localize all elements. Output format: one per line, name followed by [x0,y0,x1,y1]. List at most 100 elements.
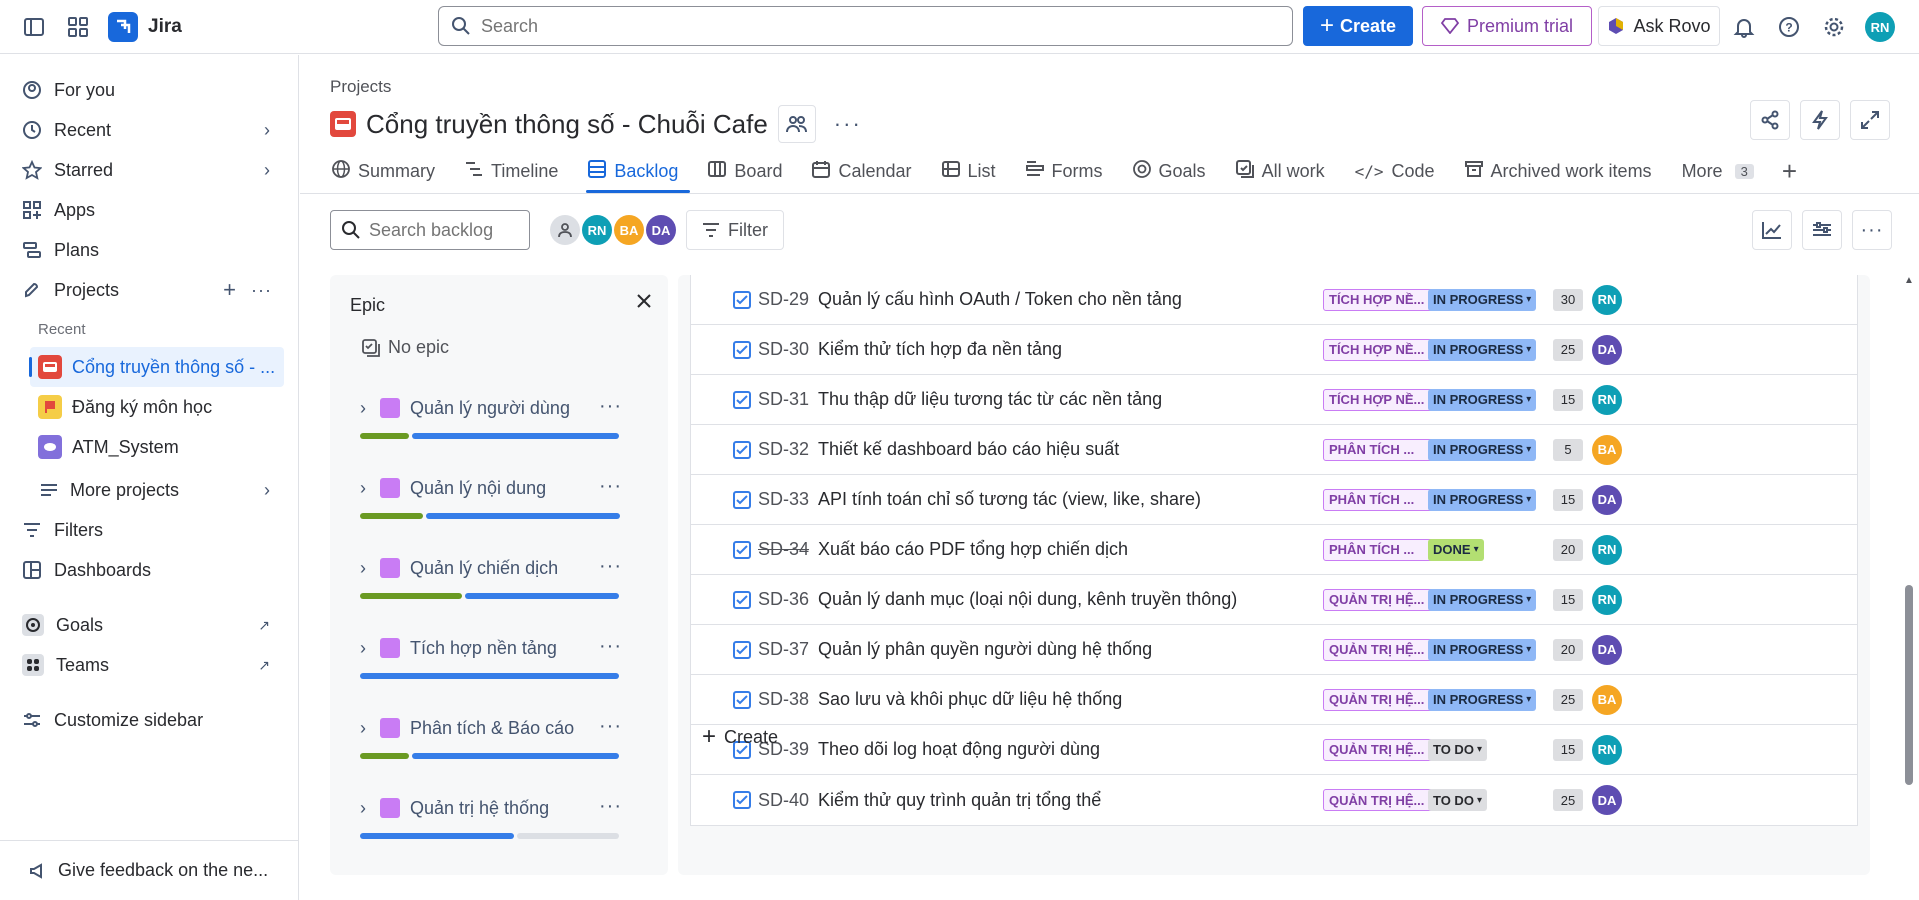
epic-item[interactable]: › Tích hợp nền tảng ··· [360,633,622,679]
more-icon[interactable]: ··· [251,280,272,301]
sidebar-item-customize[interactable]: Customize sidebar [22,703,280,737]
epic-lozenge[interactable]: QUẢN TRỊ HỆ... [1323,789,1438,811]
story-points-badge[interactable]: 5 [1553,438,1583,461]
sidebar-item-starred[interactable]: Starred › [22,153,280,187]
work-item-summary[interactable]: API tính toán chỉ số tương tác (view, li… [818,489,1201,510]
more-icon[interactable]: ··· [599,555,622,578]
work-item-summary[interactable]: Xuất báo cáo PDF tổng hợp chiến dịch [818,539,1128,560]
chevron-right-icon[interactable]: › [360,638,370,659]
story-points-badge[interactable]: 15 [1553,738,1583,761]
assignee-avatar[interactable]: DA [1592,484,1622,515]
status-dropdown[interactable]: IN PROGRESS ▾ [1428,688,1537,711]
assignee-avatar[interactable]: RN [1592,734,1622,765]
work-item-key[interactable]: SD-32 [758,439,809,460]
settings-gear-icon[interactable] [1818,11,1850,43]
sidebar-item-plans[interactable]: Plans [22,233,280,267]
tab-timeline[interactable]: Timeline [463,151,572,191]
sidebar-item-filters[interactable]: Filters [22,513,280,547]
global-search[interactable] [438,6,1293,46]
scroll-up-icon[interactable]: ▲ [1904,275,1914,286]
jira-logo[interactable]: Jira [108,11,182,42]
view-settings-icon[interactable] [1802,210,1842,250]
epic-lozenge[interactable]: QUẢN TRỊ HỆ... [1323,588,1438,611]
premium-trial-button[interactable]: Premium trial [1422,6,1592,46]
epic-item[interactable]: › Quản lý chiến dịch ··· [360,553,622,599]
more-options-icon[interactable]: ··· [1852,210,1892,250]
more-icon[interactable]: ··· [599,795,622,818]
work-item-summary[interactable]: Thu thập dữ liệu tương tác từ các nền tả… [818,389,1162,410]
work-item-summary[interactable]: Kiểm thử tích hợp đa nền tảng [818,339,1062,360]
work-item-summary[interactable]: Thiết kế dashboard báo cáo hiệu suất [818,439,1119,460]
assignee-avatar[interactable]: RN [1592,584,1622,615]
work-item-key[interactable]: SD-31 [758,389,809,410]
epic-lozenge[interactable]: QUẢN TRỊ HỆ... [1323,638,1438,661]
epic-item[interactable]: › Phân tích & Báo cáo ··· [360,713,622,759]
sidebar-project[interactable]: ATM_System [30,427,284,467]
tab-goals[interactable]: Goals [1131,151,1220,191]
tab-summary[interactable]: Summary [330,151,449,191]
no-epic-item[interactable]: No epic [362,337,449,358]
epic-lozenge[interactable]: PHÂN TÍCH ... [1323,438,1438,461]
epic-item[interactable]: › Quản lý nội dung ··· [360,473,622,519]
epic-lozenge[interactable]: TÍCH HỢP NỀ... [1323,388,1438,411]
table-row[interactable]: SD-32 Thiết kế dashboard báo cáo hiệu suấ… [691,425,1857,475]
create-button[interactable]: + Create [1303,6,1413,46]
more-icon[interactable]: ··· [599,475,622,498]
work-item-key[interactable]: SD-38 [758,689,809,710]
share-icon[interactable] [1750,100,1790,140]
sidebar-item-apps[interactable]: Apps [22,193,280,227]
epic-lozenge[interactable]: PHÂN TÍCH ... [1323,538,1438,561]
work-item-summary[interactable]: Quản lý phân quyền người dùng hệ thống [818,639,1152,660]
story-points-badge[interactable]: 15 [1553,388,1583,411]
add-project-icon[interactable]: + [223,277,236,303]
sidebar-item-for-you[interactable]: For you [22,73,280,107]
table-row[interactable]: SD-29 Quản lý cấu hình OAuth / Token cho … [691,275,1857,325]
backlog-search[interactable] [330,210,530,250]
more-actions-icon[interactable]: ··· [834,111,862,137]
insights-chart-icon[interactable] [1752,210,1792,250]
sidebar-item-more-projects[interactable]: More projects › [40,473,280,507]
work-item-key[interactable]: SD-40 [758,790,809,811]
tab-all-work[interactable]: All work [1234,151,1339,191]
assignee-avatar[interactable]: RN [1592,384,1622,415]
create-work-item-button[interactable]: + Create [702,725,778,749]
work-item-key[interactable]: SD-37 [758,639,809,660]
avatar[interactable]: RN [582,215,612,245]
table-row[interactable]: SD-40 Kiểm thử quy trình quản trị tổng th… [691,775,1857,825]
status-dropdown[interactable]: IN PROGRESS ▾ [1428,588,1537,611]
sidebar-toggle-icon[interactable] [18,11,50,43]
tab-code[interactable]: </> Code [1353,151,1449,191]
epic-item[interactable]: › Quản lý người dùng ··· [360,393,622,439]
story-points-badge[interactable]: 15 [1553,588,1583,611]
status-dropdown[interactable]: IN PROGRESS ▾ [1428,438,1537,461]
chevron-right-icon[interactable]: › [360,398,370,419]
main-scrollbar[interactable]: ▲ [1904,275,1914,895]
table-row[interactable]: SD-34 Xuất báo cáo PDF tổng hợp chiến dịc… [691,525,1857,575]
sidebar-item-teams[interactable]: Teams ↗ [22,648,280,682]
assignee-avatar[interactable]: BA [1592,684,1622,715]
sidebar-item-dashboards[interactable]: Dashboards [22,553,280,587]
add-tab-plus-icon[interactable]: + [1782,151,1797,191]
story-points-badge[interactable]: 30 [1553,288,1583,311]
status-dropdown[interactable]: DONE ▾ [1428,538,1484,561]
more-icon[interactable]: ··· [599,715,622,738]
status-dropdown[interactable]: IN PROGRESS ▾ [1428,288,1537,311]
epic-lozenge[interactable]: TÍCH HỢP NỀ... [1323,338,1438,361]
chevron-right-icon[interactable]: › [360,558,370,579]
automation-lightning-icon[interactable] [1800,100,1840,140]
status-dropdown[interactable]: TO DO ▾ [1428,738,1487,761]
assignee-avatar[interactable]: RN [1592,284,1622,315]
tab-calendar[interactable]: Calendar [810,151,925,191]
work-item-summary[interactable]: Quản lý danh mục (loại nội dung, kênh tr… [818,589,1237,610]
chevron-right-icon[interactable]: › [360,718,370,739]
team-people-icon[interactable] [777,105,816,143]
more-icon[interactable]: ··· [599,395,622,418]
table-row[interactable]: SD-37 Quản lý phân quyền người dùng hệ th… [691,625,1857,675]
table-row[interactable]: SD-39 Theo dõi log hoạt động người dùng QU… [691,725,1857,775]
app-switcher-icon[interactable] [62,11,94,43]
assignee-avatar[interactable]: RN [1592,534,1622,565]
epic-lozenge[interactable]: TÍCH HỢP NỀ... [1323,288,1438,311]
sidebar-item-recent[interactable]: Recent › [22,113,280,147]
sidebar-project-active[interactable]: Cổng truyền thông số - ... [29,347,284,387]
status-dropdown[interactable]: IN PROGRESS ▾ [1428,338,1537,361]
